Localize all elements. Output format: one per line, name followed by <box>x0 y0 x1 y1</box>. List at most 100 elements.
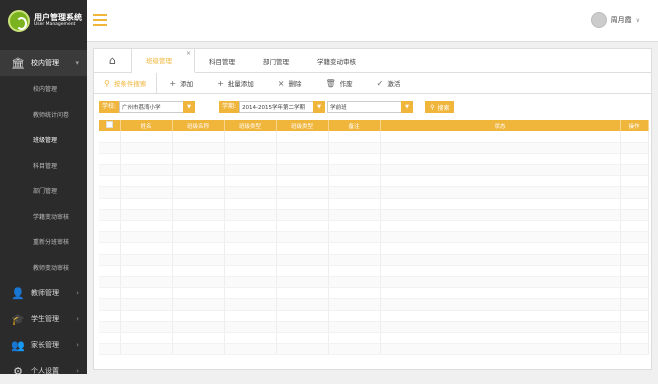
menu-toggle-icon[interactable] <box>93 14 107 26</box>
sidebar-group-settings[interactable]: ⚙ 个人设置 › <box>0 358 87 384</box>
close-icon[interactable]: × <box>186 50 191 57</box>
table-cell <box>224 153 277 166</box>
teacher-icon: 👤 <box>11 286 25 300</box>
school-select[interactable]: 广州市荔湾小学 ▼ <box>119 101 196 113</box>
grade-select[interactable]: 学前班 ▼ <box>327 101 414 113</box>
table-row <box>99 276 649 289</box>
column-header[interactable]: 备注 <box>328 120 381 131</box>
sidebar-item-teacher-review[interactable]: 教师变动审核 <box>0 255 87 281</box>
table-cell <box>620 153 649 166</box>
column-header[interactable]: 班级类型 <box>224 120 277 131</box>
chevron-down-icon[interactable]: ▼ <box>401 101 414 113</box>
term-select[interactable]: 2014-2015学年第二学期 ▼ <box>239 101 326 113</box>
chevron-down-icon: ▾ <box>75 59 79 67</box>
table-cell <box>224 287 277 300</box>
tab-class[interactable]: 班级管理 × <box>132 49 195 73</box>
table-cell <box>224 254 277 266</box>
sidebar-item-subject[interactable]: 科目管理 <box>0 153 87 179</box>
table-cell <box>328 175 381 188</box>
table-cell <box>380 186 621 199</box>
grade-value: 学前班 <box>330 105 347 111</box>
table-row <box>99 254 649 266</box>
home-icon[interactable]: ⌂ <box>94 49 132 72</box>
table-cell <box>276 321 329 333</box>
column-header[interactable]: 操作 <box>620 120 649 131</box>
close-icon: × <box>277 78 285 88</box>
table-cell <box>276 175 329 188</box>
table-cell <box>172 153 225 166</box>
table-cell <box>380 153 621 166</box>
table-cell <box>99 186 121 199</box>
table-cell <box>380 242 621 255</box>
table-cell <box>120 131 173 143</box>
activate-button[interactable]: ✓ 激活 <box>365 73 413 93</box>
void-button[interactable]: 🗑 作废 <box>313 73 364 93</box>
tab-department[interactable]: 部门管理 <box>249 49 303 72</box>
search-button-label: 搜索 <box>437 104 450 112</box>
table-cell <box>380 209 621 222</box>
sidebar-group-campus[interactable]: 🏛 校内管理 ▾ <box>0 50 87 76</box>
table-cell <box>224 220 277 233</box>
table-cell <box>328 321 381 333</box>
sidebar-item-reassign-review[interactable]: 重新分班审核 <box>0 229 87 255</box>
delete-button[interactable]: × 删除 <box>266 73 314 93</box>
table-cell <box>276 142 329 154</box>
user-menu[interactable]: 周月霞 ∨ <box>590 12 640 28</box>
table-row <box>99 198 649 210</box>
table-cell <box>620 343 649 356</box>
batch-add-button[interactable]: + 批量添加 <box>205 73 266 93</box>
search-toggle-button[interactable]: ⚲ 按条件搜索 <box>94 73 158 93</box>
tab-status-review[interactable]: 学籍变动审核 <box>303 49 370 72</box>
table-cell <box>172 242 225 255</box>
sidebar-item-status-review[interactable]: 学籍变动审核 <box>0 204 87 230</box>
gear-icon: ⚙ <box>13 364 23 378</box>
sidebar-item-class[interactable]: 班级管理 <box>0 127 87 153</box>
column-header[interactable]: 姓名 <box>120 120 173 131</box>
table-cell <box>120 175 173 188</box>
logo-icon <box>8 10 30 32</box>
select-all-checkbox[interactable] <box>105 121 113 128</box>
chevron-down-icon[interactable]: ▼ <box>313 101 326 113</box>
sidebar-group-teacher[interactable]: 👤 教师管理 › <box>0 280 87 306</box>
chevron-down-icon: ∨ <box>635 16 640 24</box>
table-cell <box>380 254 621 266</box>
app-logo[interactable]: 用户管理系统 User Management <box>0 0 87 42</box>
table-cell <box>120 142 173 154</box>
table-cell <box>99 231 121 244</box>
chevron-down-icon[interactable]: ▼ <box>183 101 196 113</box>
table-cell <box>120 287 173 300</box>
table-cell <box>328 310 381 322</box>
table-row <box>99 310 649 322</box>
sidebar-group-student[interactable]: 🎓 学生管理 › <box>0 306 87 332</box>
table-cell <box>328 142 381 154</box>
table-cell <box>276 209 329 222</box>
table-row <box>99 343 649 356</box>
sidebar-item-department[interactable]: 部门管理 <box>0 178 87 204</box>
table-cell <box>380 175 621 188</box>
sidebar-group-parent[interactable]: 👥 家长管理 › <box>0 332 87 358</box>
table-cell <box>276 298 329 311</box>
search-button[interactable]: ⚲ 搜索 <box>425 101 455 113</box>
void-label: 作废 <box>339 80 353 88</box>
tab-bar: ⌂ 班级管理 × 科目管理 部门管理 学籍变动审核 <box>94 49 651 73</box>
table-cell <box>224 321 277 333</box>
table-cell <box>380 220 621 233</box>
column-header[interactable]: 状态 <box>380 120 621 131</box>
table-cell <box>620 332 649 345</box>
tab-subject[interactable]: 科目管理 <box>195 49 249 72</box>
table-cell <box>276 131 329 143</box>
table-cell <box>380 164 621 177</box>
sidebar-item-campus[interactable]: 校内管理 <box>0 76 87 102</box>
add-button[interactable]: + 添加 <box>157 73 205 93</box>
column-header[interactable]: 班级类型 <box>276 120 329 131</box>
sidebar-item-survey[interactable]: 教师统计问卷 <box>0 102 87 128</box>
table-cell <box>172 131 225 143</box>
column-header[interactable]: 班级名称 <box>172 120 225 131</box>
table-cell <box>328 332 381 345</box>
table-cell <box>328 209 381 222</box>
sidebar-group-label: 校内管理 <box>31 59 59 67</box>
select-all-cell[interactable] <box>99 120 121 131</box>
chevron-right-icon: › <box>76 341 79 349</box>
student-icon: 🎓 <box>11 312 25 326</box>
table-cell <box>120 242 173 255</box>
